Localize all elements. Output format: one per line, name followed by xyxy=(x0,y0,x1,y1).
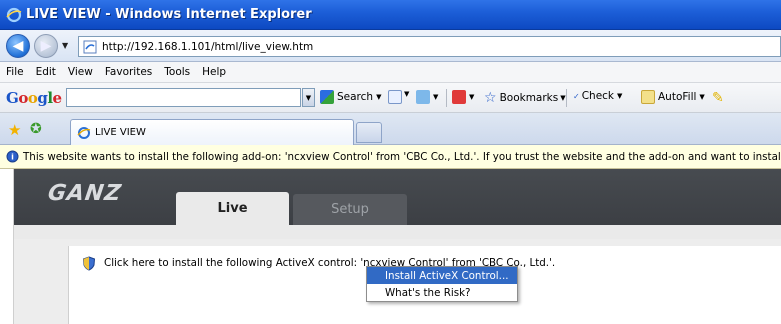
news-icon[interactable] xyxy=(388,90,405,104)
information-bar-message: This website wants to install the follow… xyxy=(23,150,781,163)
address-toolbar: ◀ ▶ ▼ http://192.168.1.101/html/live_vie… xyxy=(0,30,781,62)
star-icon: ☆ xyxy=(484,90,497,106)
favorites-star-icon[interactable]: ★ xyxy=(8,121,21,139)
install-activex-menu-item[interactable]: Install ActiveX Control... xyxy=(367,267,517,284)
toolbar-separator xyxy=(446,89,447,107)
check-label: Check xyxy=(581,90,615,102)
tab-content-band xyxy=(14,225,781,239)
internet-explorer-icon xyxy=(77,126,91,139)
google-logo: Google xyxy=(6,89,62,107)
address-input[interactable]: http://192.168.1.101/html/live_view.htm xyxy=(78,36,781,57)
spellcheck-button[interactable]: ✓ Check ▼ xyxy=(573,90,622,102)
tab-setup[interactable]: Setup xyxy=(293,194,407,225)
dropdown-arrow-icon[interactable]: ▼ xyxy=(404,90,409,98)
spellcheck-icon: ✓ xyxy=(573,91,580,101)
toolbar-separator xyxy=(566,89,567,107)
window-titlebar: LIVE VIEW - Windows Internet Explorer xyxy=(0,0,781,30)
page-favicon-icon xyxy=(83,40,97,53)
google-toolbar: Google ▼ Search ▼ ▼ ▼ ▼ ☆ Bookmarks ▼ ✓ … xyxy=(0,83,781,113)
info-shield-icon: i xyxy=(6,150,19,163)
svg-text:i: i xyxy=(11,153,14,162)
page-left-margin xyxy=(0,169,14,324)
forward-button[interactable]: ▶ xyxy=(34,34,58,58)
google-search-label: Search xyxy=(337,91,374,103)
back-arrow-icon: ◀ xyxy=(12,38,24,54)
search-colorful-icon xyxy=(320,90,334,104)
autofill-label: AutoFill xyxy=(658,91,697,103)
menu-bar: File Edit View Favorites Tools Help xyxy=(0,62,781,83)
puzzle-icon[interactable]: ▼ xyxy=(416,90,438,104)
autofill-button[interactable]: AutoFill ▼ xyxy=(641,90,705,104)
ganz-header: GANZ Live Setup xyxy=(14,169,781,225)
activex-context-menu: Install ActiveX Control... What's the Ri… xyxy=(366,266,518,302)
tab-live[interactable]: Live xyxy=(176,192,289,225)
menu-favorites[interactable]: Favorites xyxy=(105,66,152,78)
new-tab-button[interactable] xyxy=(356,122,382,143)
window-title: LIVE VIEW - Windows Internet Explorer xyxy=(26,7,312,22)
forward-arrow-icon: ▶ xyxy=(40,38,52,54)
menu-help[interactable]: Help xyxy=(202,66,226,78)
shield-icon xyxy=(82,255,96,271)
whats-the-risk-menu-item[interactable]: What's the Risk? xyxy=(367,284,517,301)
tab-live-view-label: LIVE VIEW xyxy=(95,127,146,138)
internet-explorer-icon xyxy=(6,7,22,22)
google-search-input[interactable] xyxy=(66,88,301,107)
menu-tools[interactable]: Tools xyxy=(164,66,190,78)
bookmarks-button[interactable]: ☆ Bookmarks ▼ xyxy=(484,90,566,106)
autofill-icon xyxy=(641,90,655,104)
menu-view[interactable]: View xyxy=(68,66,93,78)
back-button[interactable]: ◀ xyxy=(6,34,30,58)
tabs-row: ★ ✪ LIVE VIEW xyxy=(0,113,781,145)
google-search-dropdown[interactable]: ▼ xyxy=(302,88,315,107)
highlighter-icon[interactable]: ✎ xyxy=(712,90,724,106)
ganz-logo: GANZ xyxy=(46,181,124,206)
menu-edit[interactable]: Edit xyxy=(36,66,56,78)
menu-file[interactable]: File xyxy=(6,66,24,78)
add-favorites-icon[interactable]: ✪ xyxy=(30,121,42,137)
information-bar[interactable]: i This website wants to install the foll… xyxy=(0,145,781,169)
recent-pages-dropdown-icon[interactable]: ▼ xyxy=(62,41,68,50)
tab-live-view[interactable]: LIVE VIEW xyxy=(70,119,354,145)
address-url: http://192.168.1.101/html/live_view.htm xyxy=(102,40,314,53)
pagerank-icon[interactable]: ▼ xyxy=(452,90,474,104)
google-search-button[interactable]: Search ▼ xyxy=(320,90,381,104)
bookmarks-label: Bookmarks xyxy=(499,92,559,104)
